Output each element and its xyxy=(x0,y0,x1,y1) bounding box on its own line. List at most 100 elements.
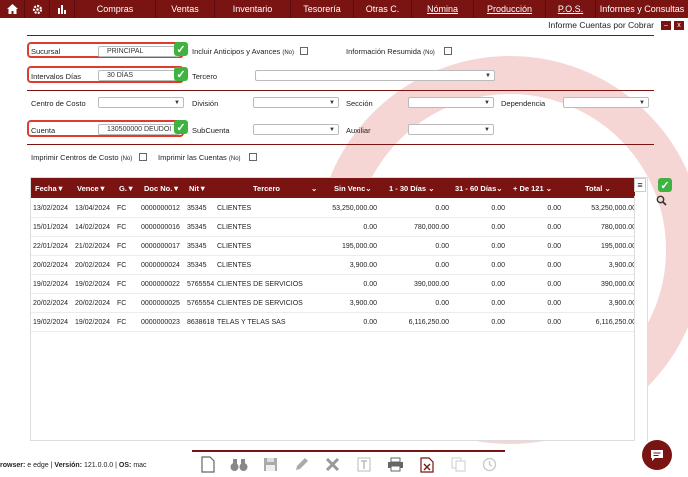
tercero-select[interactable]: ▼ xyxy=(255,70,495,81)
nav-nomina[interactable]: Nómina xyxy=(412,0,474,18)
table-cell: 0000000025 xyxy=(141,300,180,307)
table-row[interactable]: 22/01/2024 21/02/2024 FC 0000000017 35345 CLI… xyxy=(31,237,636,256)
imprimir-cuentas-checkbox[interactable] xyxy=(249,153,257,161)
table-row[interactable]: 20/02/2024 20/02/2024 FC 0000000025 5765554 C… xyxy=(31,294,636,313)
check-icon: ✓ xyxy=(174,120,188,134)
table-cell: FC xyxy=(117,319,127,326)
col-sinvenc[interactable]: Sin Venc ⌄ xyxy=(334,178,372,198)
chart-icon[interactable] xyxy=(50,0,75,18)
nav-ventas[interactable]: Ventas xyxy=(156,0,215,18)
nav-informes[interactable]: Informes y Consultas xyxy=(596,0,688,18)
confirm-icon[interactable]: ✓ xyxy=(658,178,672,192)
centro-select[interactable]: ▼ xyxy=(98,97,184,108)
table-cell: 0.00 xyxy=(547,319,561,326)
anticipos-checkbox[interactable] xyxy=(300,47,308,55)
delete-icon[interactable] xyxy=(323,455,343,475)
chevron-down-icon: ▼ xyxy=(639,100,645,106)
table-cell: 0000000017 xyxy=(141,243,180,250)
table-menu-button[interactable]: ≡ xyxy=(634,178,646,192)
new-document-icon[interactable] xyxy=(198,455,218,475)
table-row[interactable]: 13/02/2024 13/04/2024 FC 0000000012 35345 CLI… xyxy=(31,199,636,218)
col-fecha[interactable]: Fecha ▼ xyxy=(35,178,64,198)
top-nav: Compras Ventas Inventario Tesorería Otra… xyxy=(0,0,688,18)
nav-tesoreria[interactable]: Tesorería xyxy=(291,0,354,18)
table-row[interactable]: 20/02/2024 20/02/2024 FC 0000000024 35345 CLI… xyxy=(31,256,636,275)
table-cell: 0.00 xyxy=(435,262,449,269)
col-tercero-sort[interactable]: ⌄ xyxy=(311,178,317,198)
chevron-down-icon: ▼ xyxy=(484,100,490,106)
chat-button[interactable] xyxy=(642,440,672,470)
table-cell: 0000000016 xyxy=(141,224,180,231)
imprimir-centros-checkbox[interactable] xyxy=(139,153,147,161)
edge-icon: e xyxy=(27,462,32,469)
auxiliar-select[interactable]: ▼ xyxy=(408,124,494,135)
table-cell: 21/02/2024 xyxy=(75,243,111,250)
table-cell: CLIENTES xyxy=(217,243,252,250)
chevron-down-icon: ▼ xyxy=(329,127,335,133)
divider xyxy=(27,90,654,91)
edit-icon[interactable] xyxy=(292,455,312,475)
col-tercero[interactable]: Tercero xyxy=(253,178,280,198)
table-cell: FC xyxy=(117,243,127,250)
col-121[interactable]: + De 121 ⌄ xyxy=(513,178,552,198)
col-total[interactable]: Total ⌄ xyxy=(585,178,611,198)
seccion-select[interactable]: ▼ xyxy=(408,97,494,108)
table-cell: 0.00 xyxy=(547,281,561,288)
print-icon[interactable] xyxy=(385,455,405,475)
imprimir-centros-label: Imprimir Centros de Costo (No) xyxy=(31,153,133,162)
table-row[interactable]: 15/01/2024 14/02/2024 FC 0000000016 35345 CLI… xyxy=(31,218,636,237)
excel-icon[interactable] xyxy=(417,455,437,475)
table-cell: 5765554 xyxy=(187,300,215,307)
col-doc[interactable]: Doc No. ▼ xyxy=(144,178,180,198)
division-select[interactable]: ▼ xyxy=(253,97,339,108)
table-cell: 14/02/2024 xyxy=(75,224,111,231)
col-nit[interactable]: Nit ▼ xyxy=(189,178,206,198)
text-icon[interactable] xyxy=(354,455,374,475)
chevron-down-icon: ▼ xyxy=(484,127,490,133)
sucursal-field[interactable]: PRINCIPAL xyxy=(98,46,180,57)
resumida-label: Información Resumida (No) xyxy=(346,47,435,56)
table-cell: 0.00 xyxy=(547,300,561,307)
col-vence[interactable]: Vence ▼ xyxy=(77,178,106,198)
nav-pos[interactable]: P.O.S. xyxy=(546,0,596,18)
results-table: Fecha ▼ Vence ▼ G. ▼ Doc No. ▼ Nit ▼ Tercero … xyxy=(30,177,648,441)
history-icon[interactable] xyxy=(479,455,499,475)
bottom-toolbar xyxy=(192,450,505,477)
intervalos-field[interactable]: 30 DÍAS xyxy=(98,70,180,81)
imprimir-cuentas-label: Imprimir las Cuentas (No) xyxy=(158,153,241,162)
save-icon[interactable] xyxy=(260,455,280,475)
subcuenta-select[interactable]: ▼ xyxy=(253,124,339,135)
table-cell: FC xyxy=(117,281,127,288)
table-cell: 0000000024 xyxy=(141,262,180,269)
chevron-down-icon: ▼ xyxy=(485,73,491,79)
copy-icon[interactable] xyxy=(448,455,468,475)
minimize-button[interactable]: – xyxy=(661,20,671,30)
nav-inventario[interactable]: Inventario xyxy=(215,0,291,18)
close-button[interactable]: x xyxy=(674,20,684,30)
table-cell: 19/02/2024 xyxy=(33,281,69,288)
table-row[interactable]: 19/02/2024 19/02/2024 FC 0000000022 5765554 C… xyxy=(31,275,636,294)
nav-otras[interactable]: Otras C. xyxy=(354,0,412,18)
home-icon[interactable] xyxy=(0,0,25,18)
table-row[interactable]: 19/02/2024 19/02/2024 FC 0000000023 8638618 T… xyxy=(31,313,636,332)
dependencia-select[interactable]: ▼ xyxy=(563,97,649,108)
col-31-60[interactable]: 31 - 60 Días ⌄ xyxy=(455,178,503,198)
search-icon[interactable] xyxy=(656,195,667,206)
table-cell: 0.00 xyxy=(547,205,561,212)
table-scrollbar[interactable] xyxy=(634,196,647,441)
col-1-30[interactable]: 1 - 30 Días ⌄ xyxy=(389,178,434,198)
table-cell: CLIENTES xyxy=(217,205,252,212)
table-cell: 0000000022 xyxy=(141,281,180,288)
binoculars-icon[interactable] xyxy=(229,455,249,475)
settings-icon[interactable] xyxy=(25,0,50,18)
table-cell: 35345 xyxy=(187,224,207,231)
table-cell: 3,900.00 xyxy=(608,262,636,269)
col-g[interactable]: G. ▼ xyxy=(119,178,134,198)
nav-produccion[interactable]: Producción xyxy=(474,0,546,18)
intervalos-label: Intervalos Días xyxy=(31,72,82,81)
table-cell: 0.00 xyxy=(491,205,505,212)
browser-info: rowser: e edge | Versión: 121.0.0.0 | OS… xyxy=(0,462,147,469)
cuenta-field[interactable]: 130500000 DEUDOI xyxy=(98,124,180,135)
nav-compras[interactable]: Compras xyxy=(75,0,156,18)
resumida-checkbox[interactable] xyxy=(444,47,452,55)
